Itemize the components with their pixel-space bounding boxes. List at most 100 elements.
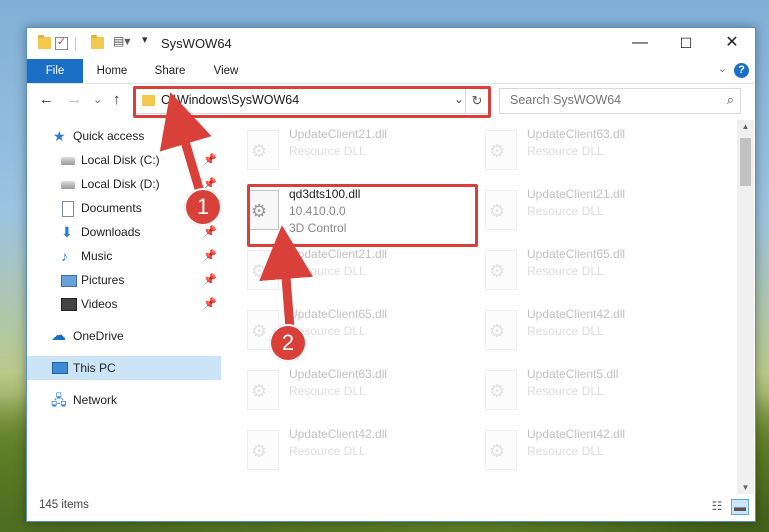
sidebar-item-label: This PC xyxy=(73,361,116,375)
sidebar-item-network[interactable]: 🖧 Network xyxy=(27,388,221,412)
file-name: UpdateClient42.dll xyxy=(527,427,626,441)
pin-icon[interactable]: 📌 xyxy=(203,148,217,172)
maximize-button[interactable]: ☐ xyxy=(663,28,709,59)
file-name: UpdateClient42.dll xyxy=(289,427,388,441)
file-item[interactable]: UpdateClient65.dll Resource DLL xyxy=(477,244,705,292)
recent-locations-button[interactable]: ⌄ xyxy=(93,90,102,110)
file-description: Resource DLL xyxy=(289,384,366,398)
help-icon[interactable]: ? xyxy=(734,63,749,78)
file-item[interactable]: UpdateClient63.dll Resource DLL xyxy=(477,124,705,172)
sidebar-item-label: Videos xyxy=(81,297,118,311)
file-description: Resource DLL xyxy=(527,444,604,458)
search-box[interactable]: ⌕ xyxy=(499,88,741,114)
pin-icon[interactable]: 📌 xyxy=(203,292,217,316)
drive-icon xyxy=(61,157,75,165)
search-input[interactable] xyxy=(508,92,712,108)
ribbon-tabs: File Home Share View ⌄ ? xyxy=(27,59,755,84)
dll-file-icon xyxy=(247,130,279,170)
file-description: 3D Control xyxy=(289,221,347,235)
sidebar-item-label: Pictures xyxy=(81,273,125,287)
expand-ribbon-icon[interactable]: ⌄ xyxy=(718,62,727,75)
address-bar[interactable]: C:\Windows\SysWOW64 ⌄ ↻ xyxy=(135,88,489,114)
file-name: UpdateClient63.dll xyxy=(527,127,626,141)
address-dropdown-icon[interactable]: ⌄ xyxy=(454,92,464,106)
file-name: UpdateClient65.dll xyxy=(527,247,626,261)
up-button[interactable]: ↑ xyxy=(113,90,121,110)
pin-icon[interactable]: 📌 xyxy=(203,244,217,268)
dll-file-icon xyxy=(485,190,517,230)
scroll-up-icon[interactable]: ▲ xyxy=(737,122,754,131)
folder-icon xyxy=(38,35,51,49)
tab-view[interactable]: View xyxy=(203,59,249,83)
tab-share[interactable]: Share xyxy=(147,59,193,83)
title-bar: ▤▾ ▾ SysWOW64 — ☐ ✕ xyxy=(27,28,755,59)
file-item[interactable]: UpdateClient63.dll Resource DLL xyxy=(239,364,467,412)
file-item[interactable]: UpdateClient21.dll Resource DLL xyxy=(239,244,467,292)
tiles-view-icon[interactable]: ▬ xyxy=(731,499,749,515)
status-bar: 145 items ☷ ▬ xyxy=(27,494,755,521)
dll-file-icon xyxy=(247,370,279,410)
file-version: 10.410.0.0 xyxy=(289,204,346,218)
file-item[interactable]: UpdateClient21.dll Resource DLL xyxy=(477,184,705,232)
sidebar-item-local-disk-c[interactable]: Local Disk (C:) 📌 xyxy=(27,148,221,172)
pictures-icon xyxy=(61,275,77,287)
network-icon: 🖧 xyxy=(51,392,67,408)
close-button[interactable]: ✕ xyxy=(709,28,755,59)
sidebar-item-onedrive[interactable]: ☁ OneDrive xyxy=(27,324,221,348)
file-description: Resource DLL xyxy=(527,144,604,158)
file-name: UpdateClient21.dll xyxy=(289,247,388,261)
navigation-bar: ← → ⌄ ↑ C:\Windows\SysWOW64 ⌄ ↻ ⌕ xyxy=(27,84,755,118)
sidebar-item-label: Music xyxy=(81,249,113,263)
vertical-scrollbar[interactable]: ▲ ▼ xyxy=(737,120,754,494)
file-description: Resource DLL xyxy=(289,144,366,158)
customize-toolbar-icon[interactable]: ▤▾ xyxy=(113,34,130,48)
window-title: SysWOW64 xyxy=(161,36,232,51)
file-item[interactable]: UpdateClient42.dll Resource DLL xyxy=(477,304,705,352)
file-item[interactable]: UpdateClient21.dll Resource DLL xyxy=(239,124,467,172)
details-view-icon[interactable]: ☷ xyxy=(709,499,725,513)
file-item[interactable]: UpdateClient42.dll Resource DLL xyxy=(477,424,705,472)
forward-button[interactable]: → xyxy=(67,90,82,110)
minimize-button[interactable]: — xyxy=(617,28,663,59)
file-name: UpdateClient42.dll xyxy=(527,307,626,321)
tab-file[interactable]: File xyxy=(27,59,83,83)
search-icon[interactable]: ⌕ xyxy=(727,92,734,108)
file-name: qd3dts100.dll xyxy=(289,187,361,201)
file-name: UpdateClient65.dll xyxy=(289,307,388,321)
sidebar-item-label: Quick access xyxy=(73,129,145,143)
file-item[interactable]: UpdateClient42.dll Resource DLL xyxy=(239,424,467,472)
new-folder-icon[interactable] xyxy=(91,35,104,49)
file-item[interactable]: UpdateClient5.dll Resource DLL xyxy=(477,364,705,412)
file-description: Resource DLL xyxy=(527,384,604,398)
music-icon: ♪ xyxy=(61,248,68,264)
sidebar-item-pictures[interactable]: Pictures 📌 xyxy=(27,268,221,292)
sidebar-item-this-pc[interactable]: This PC xyxy=(27,356,221,380)
file-name: UpdateClient21.dll xyxy=(527,187,626,201)
scrollbar-thumb[interactable] xyxy=(740,138,751,186)
refresh-button[interactable]: ↻ xyxy=(465,89,488,113)
sidebar-item-videos[interactable]: Videos 📌 xyxy=(27,292,221,316)
dll-file-icon xyxy=(485,430,517,470)
sidebar-item-quick-access[interactable]: ★ Quick access xyxy=(27,124,221,148)
folder-icon xyxy=(142,95,155,106)
file-item-qd3dts100[interactable]: qd3dts100.dll 10.410.0.0 3D Control xyxy=(239,184,467,238)
dll-file-icon xyxy=(247,190,279,230)
sidebar-item-music[interactable]: ♪ Music 📌 xyxy=(27,244,221,268)
properties-icon[interactable] xyxy=(55,35,68,50)
sidebar-item-downloads[interactable]: ⬇ Downloads 📌 xyxy=(27,220,221,244)
file-description: Resource DLL xyxy=(289,264,366,278)
file-description: Resource DLL xyxy=(527,324,604,338)
star-icon: ★ xyxy=(53,128,66,144)
scroll-down-icon[interactable]: ▼ xyxy=(737,483,754,492)
quick-access-dropdown-icon[interactable]: ▾ xyxy=(142,33,155,46)
back-button[interactable]: ← xyxy=(39,90,54,110)
download-icon: ⬇ xyxy=(61,224,73,240)
drive-icon xyxy=(61,181,75,189)
file-description: Resource DLL xyxy=(527,264,604,278)
tab-home[interactable]: Home xyxy=(89,59,135,83)
pin-icon[interactable]: 📌 xyxy=(203,268,217,292)
item-count: 145 items xyxy=(39,499,89,511)
dll-file-icon xyxy=(485,250,517,290)
address-path[interactable]: C:\Windows\SysWOW64 xyxy=(161,93,299,107)
dll-file-icon xyxy=(247,430,279,470)
